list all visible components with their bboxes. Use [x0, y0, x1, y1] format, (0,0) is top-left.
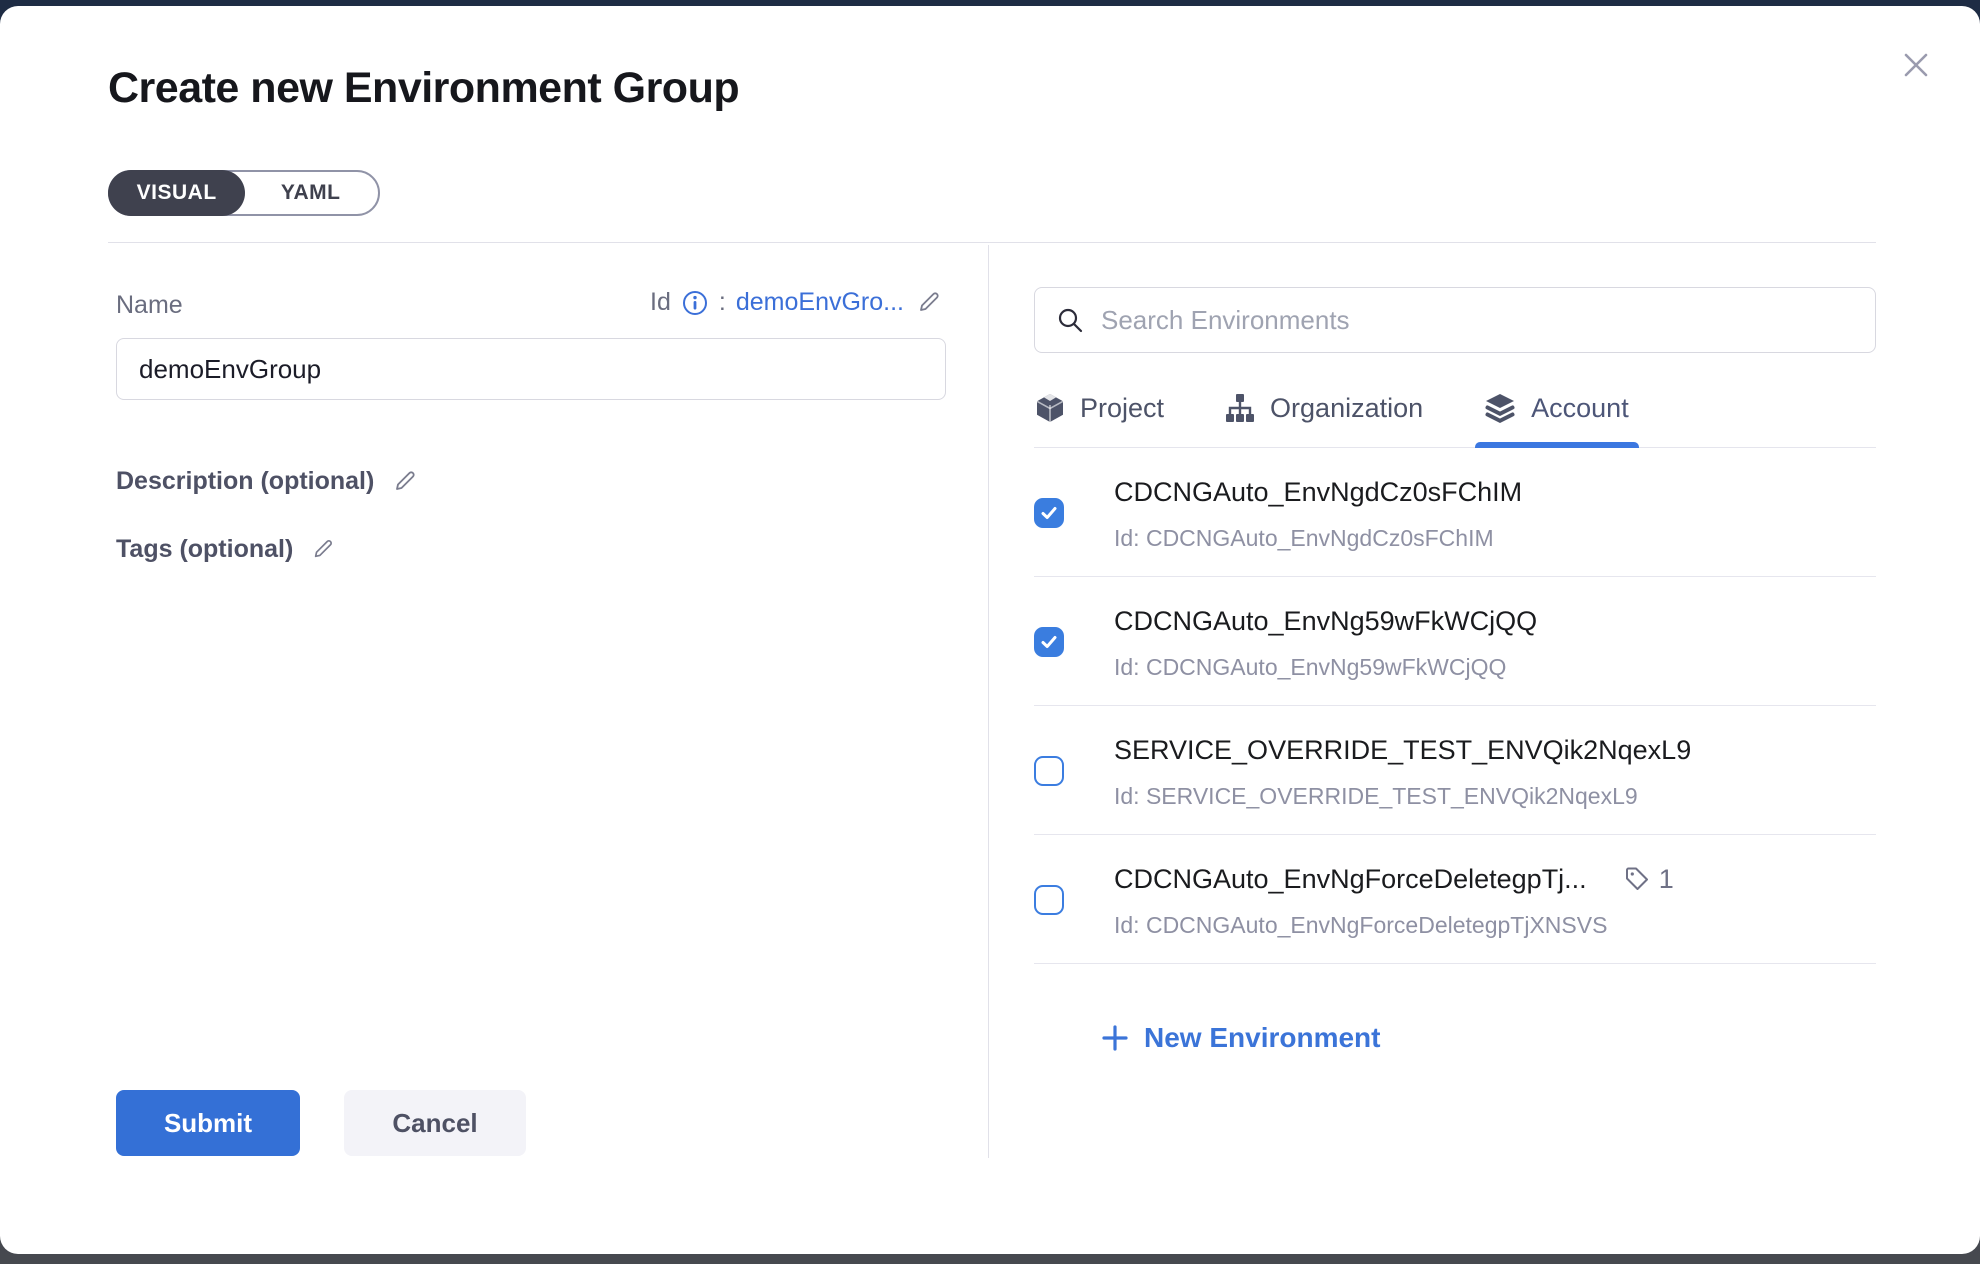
name-label: Name: [116, 291, 183, 320]
environment-row[interactable]: CDCNGAuto_EnvNgForceDeletegpTj... 1 Id: …: [1034, 835, 1876, 964]
search-box: [1034, 287, 1876, 353]
env-checkbox[interactable]: [1034, 627, 1064, 657]
close-icon: [1898, 47, 1934, 86]
info-icon[interactable]: [681, 289, 709, 317]
toggle-yaml[interactable]: YAML: [243, 172, 378, 214]
env-checkbox[interactable]: [1034, 756, 1064, 786]
env-name: CDCNGAuto_EnvNgdCz0sFChIM: [1114, 474, 1522, 510]
pencil-icon: [392, 466, 420, 497]
env-checkbox[interactable]: [1034, 498, 1064, 528]
tab-account[interactable]: Account: [1483, 391, 1629, 447]
tab-project-label: Project: [1080, 393, 1164, 424]
tags-label: Tags (optional): [116, 535, 293, 564]
edit-id-button[interactable]: [914, 285, 946, 320]
env-name: SERVICE_OVERRIDE_TEST_ENVQik2NqexL9: [1114, 732, 1691, 768]
create-environment-group-modal: Create new Environment Group VISUAL YAML…: [0, 6, 1980, 1254]
description-label: Description (optional): [116, 467, 374, 496]
env-id: Id: CDCNGAuto_EnvNg59wFkWCjQQ: [1114, 653, 1876, 681]
tab-organization-label: Organization: [1270, 393, 1423, 424]
id-label: Id: [650, 288, 671, 317]
tab-project[interactable]: Project: [1034, 391, 1164, 447]
env-id: Id: CDCNGAuto_EnvNgdCz0sFChIM: [1114, 524, 1876, 552]
edit-description-button[interactable]: [390, 464, 422, 499]
id-value-link[interactable]: demoEnvGro...: [736, 288, 904, 317]
search-icon: [1055, 305, 1085, 335]
environment-row[interactable]: CDCNGAuto_EnvNgdCz0sFChIM Id: CDCNGAuto_…: [1034, 448, 1876, 577]
tag-count: 1: [1659, 864, 1674, 895]
environment-list: CDCNGAuto_EnvNgdCz0sFChIM Id: CDCNGAuto_…: [1034, 448, 1876, 986]
pencil-icon: [916, 287, 944, 318]
tag-icon: [1623, 865, 1651, 893]
check-icon: [1039, 503, 1059, 523]
check-icon: [1039, 632, 1059, 652]
org-chart-icon: [1224, 392, 1256, 424]
new-environment-button[interactable]: New Environment: [1100, 1022, 1876, 1054]
tab-account-label: Account: [1531, 393, 1629, 424]
scope-tabs: Project Organization Account: [1034, 391, 1876, 448]
close-button[interactable]: [1892, 42, 1940, 90]
environments-panel: Project Organization Account: [989, 243, 1876, 1254]
environment-row[interactable]: CDCNGAuto_EnvNg59wFkWCjQQ Id: CDCNGAuto_…: [1034, 577, 1876, 706]
new-environment-label: New Environment: [1144, 1022, 1380, 1054]
form-column: Name Id : demoEnvGro...: [108, 243, 950, 1254]
name-input[interactable]: [116, 338, 946, 400]
plus-icon: [1100, 1023, 1130, 1053]
submit-button[interactable]: Submit: [116, 1090, 300, 1156]
id-separator: :: [719, 288, 726, 317]
pencil-icon: [311, 535, 337, 564]
cube-icon: [1034, 392, 1066, 424]
env-id: Id: CDCNGAuto_EnvNgForceDeletegpTjXNSVS: [1114, 911, 1876, 939]
env-name: CDCNGAuto_EnvNgForceDeletegpTj...: [1114, 861, 1587, 897]
page-title: Create new Environment Group: [108, 60, 1876, 116]
env-checkbox[interactable]: [1034, 885, 1064, 915]
cancel-button[interactable]: Cancel: [344, 1090, 526, 1156]
layers-icon: [1483, 391, 1517, 425]
env-name: CDCNGAuto_EnvNg59wFkWCjQQ: [1114, 603, 1537, 639]
search-environments-input[interactable]: [1101, 305, 1855, 336]
environment-row[interactable]: SERVICE_OVERRIDE_TEST_ENVQik2NqexL9 Id: …: [1034, 706, 1876, 835]
tag-badge: 1: [1623, 864, 1674, 895]
toggle-visual[interactable]: VISUAL: [108, 170, 245, 216]
edit-tags-button[interactable]: [309, 533, 339, 566]
tab-organization[interactable]: Organization: [1224, 391, 1423, 447]
env-id: Id: SERVICE_OVERRIDE_TEST_ENVQik2NqexL9: [1114, 782, 1876, 810]
visual-yaml-toggle: VISUAL YAML: [108, 170, 380, 216]
